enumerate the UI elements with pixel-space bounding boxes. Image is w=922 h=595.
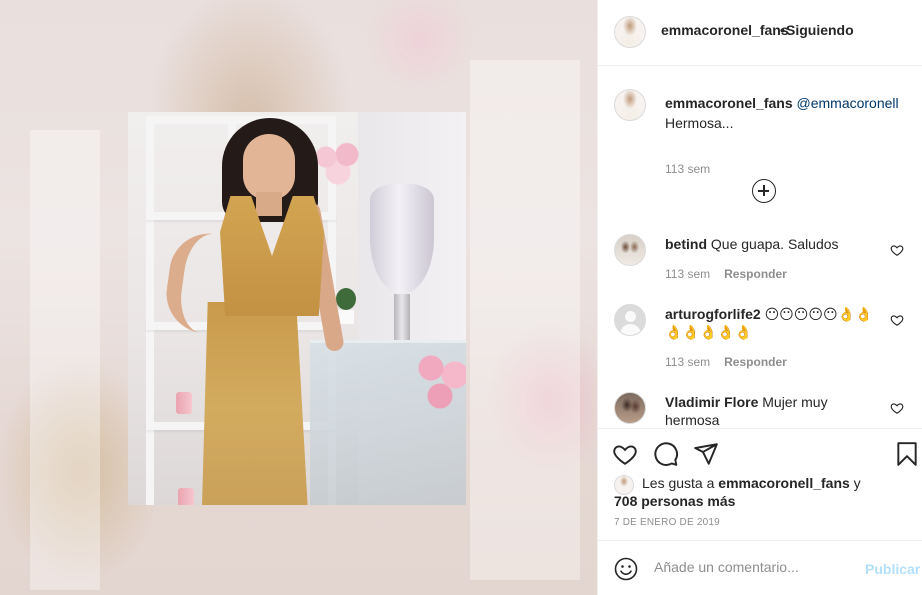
reply-button[interactable]: Responder [724, 355, 787, 369]
add-comment-bar: Publicar [598, 540, 922, 595]
commenter-avatar[interactable] [614, 392, 646, 424]
post-panel: emmacoronel_fans • Siguiendo emmacoronel… [597, 0, 922, 595]
comment-like-heart-icon[interactable] [890, 313, 904, 327]
comment-icon[interactable] [653, 441, 679, 467]
photo-vase-stem [394, 294, 410, 344]
likes-prefix: Les gusta a [642, 475, 715, 491]
reply-button[interactable]: Responder [724, 267, 787, 281]
comment-input[interactable] [654, 559, 854, 575]
commenter-username[interactable]: betind [665, 236, 707, 252]
photo-face [243, 134, 295, 200]
emoji-icon[interactable] [614, 557, 638, 581]
comment-like-heart-icon[interactable] [890, 243, 904, 257]
commenter-avatar[interactable] [614, 234, 646, 266]
photo-vase [370, 184, 434, 294]
post-actions: Les gusta a emmacoronell_fans y 708 pers… [598, 428, 922, 540]
caption-body: Hermosa... [665, 115, 734, 131]
photo-candle [178, 488, 194, 505]
comment-text: arturogforlife2 😶😶😶😶😶👌👌👌👌👌👌👌 [665, 305, 880, 341]
share-icon[interactable] [693, 441, 719, 467]
comment-meta: 113 sem Responder [665, 355, 787, 369]
comment-meta: 113 sem Responder [665, 267, 787, 281]
comment-body: Que guapa. Saludos [710, 236, 839, 252]
comment-text: betind Que guapa. Saludos [665, 235, 880, 253]
caption-text: emmacoronel_fans @emmacoronell Hermosa..… [665, 93, 915, 133]
post-date[interactable]: 7 DE ENERO DE 2019 [614, 517, 720, 528]
follow-status-button[interactable]: Siguiendo [786, 22, 854, 38]
caption-timestamp[interactable]: 113 sem [665, 162, 710, 176]
publish-button[interactable]: Publicar [865, 561, 920, 577]
comment-timestamp[interactable]: 113 sem [665, 267, 710, 281]
author-avatar[interactable] [614, 16, 646, 48]
photo-flowers [413, 347, 466, 417]
liker-username[interactable]: emmacoronell_fans [718, 475, 850, 491]
caption-avatar[interactable] [614, 89, 646, 121]
commenter-avatar[interactable] [614, 304, 646, 336]
comment-text: Vladimir Flore Mujer muy hermosa [665, 393, 880, 427]
post-header: emmacoronel_fans • Siguiendo [598, 0, 922, 66]
post-photo[interactable] [128, 112, 466, 505]
photo-candle [176, 392, 192, 414]
comments-list[interactable]: emmacoronel_fans @emmacoronell Hermosa..… [598, 67, 922, 427]
caption-username[interactable]: emmacoronel_fans [665, 95, 793, 111]
author-username[interactable]: emmacoronel_fans [661, 22, 789, 38]
background-blur-wall [470, 60, 580, 580]
photo-plant [336, 288, 356, 310]
photo-pot [338, 310, 354, 324]
bookmark-icon[interactable] [894, 441, 920, 467]
likes-line: Les gusta a emmacoronell_fans y [642, 474, 861, 492]
background-blur-shelf [30, 130, 100, 590]
heart-icon[interactable] [612, 441, 638, 467]
comment-like-heart-icon[interactable] [890, 401, 904, 415]
likes-and: y [853, 475, 861, 491]
commenter-username[interactable]: Vladimir Flore [665, 394, 758, 410]
likes-others-button[interactable]: 708 personas más [614, 492, 735, 510]
header-separator: • [780, 22, 785, 38]
caption-mention-link[interactable]: @emmacoronell [797, 95, 899, 111]
load-more-icon[interactable] [752, 179, 776, 203]
media-area [0, 0, 597, 595]
photo-neck [256, 192, 282, 216]
commenter-username[interactable]: arturogforlife2 [665, 306, 761, 322]
comment-timestamp[interactable]: 113 sem [665, 355, 710, 369]
photo-dress-skirt [201, 302, 308, 505]
